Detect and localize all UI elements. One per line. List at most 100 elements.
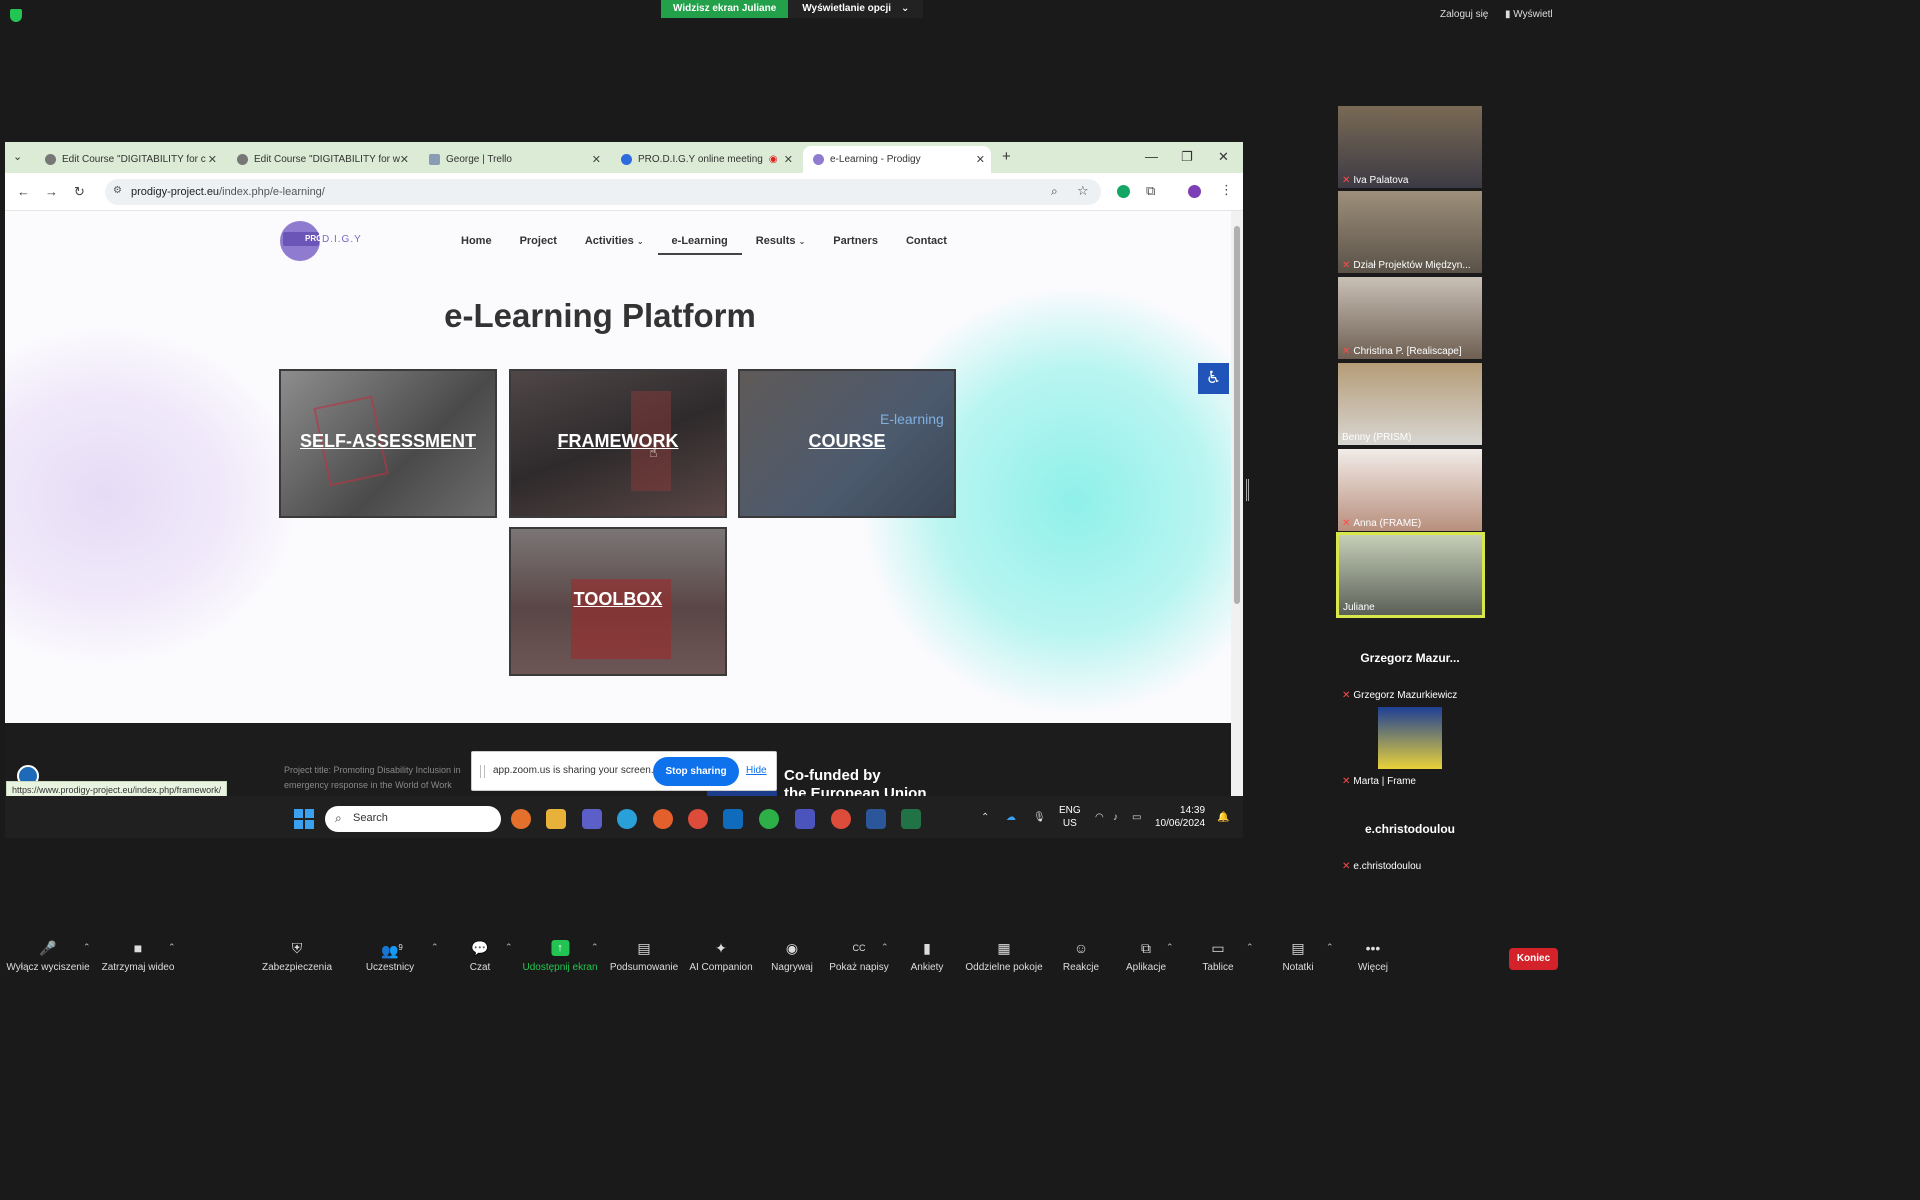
participant-tile-christina[interactable]: ✕ Christina P. [Realiscape] (1338, 277, 1482, 359)
zoom-lens-icon[interactable]: ⌕ (1051, 184, 1058, 199)
battery-icon[interactable]: ▭ (1132, 812, 1141, 823)
participant-tile-christodoulou[interactable]: e.christodoulou ✕ e.christodoulou (1338, 792, 1482, 874)
app-icon-1[interactable] (511, 809, 531, 829)
drag-handle-icon[interactable] (480, 765, 485, 778)
close-icon[interactable]: ✕ (592, 153, 601, 166)
prodigy-logo[interactable]: PRO D.I.G.Y (280, 221, 361, 265)
chevron-up-icon[interactable]: ⌃ (168, 942, 176, 953)
tab-elearning-prodigy[interactable]: e-Learning - Prodigy ✕ (803, 146, 991, 173)
apps-button[interactable]: ⧉ Aplikacje (1126, 940, 1166, 973)
nav-elearning[interactable]: e-Learning (657, 235, 742, 255)
bookmark-star-icon[interactable]: ☆ (1077, 183, 1089, 199)
participant-tile-anna[interactable]: ✕ Anna (FRAME) (1338, 449, 1482, 531)
reload-icon[interactable]: ↻ (74, 184, 85, 200)
view-options-button[interactable]: Wyświetlanie opcji ⌄ (788, 0, 924, 18)
chevron-up-icon[interactable]: ⌃ (1326, 942, 1334, 953)
participant-tile-juliane[interactable]: Juliane (1336, 532, 1485, 618)
more-button[interactable]: ••• Więcej (1358, 940, 1388, 973)
chevron-up-icon[interactable]: ⌃ (83, 942, 91, 953)
card-framework[interactable]: FRAMEWORK ☝ (509, 369, 727, 518)
outlook-icon[interactable] (723, 809, 743, 829)
forward-icon[interactable]: → (45, 184, 58, 199)
app-icon-green[interactable] (759, 809, 779, 829)
site-info-icon[interactable]: ⚙ (113, 185, 122, 196)
participants-button[interactable]: 👥9 Uczestnicy (366, 940, 414, 973)
chevron-up-icon[interactable]: ⌃ (431, 942, 439, 953)
close-window-icon[interactable]: ✕ (1218, 149, 1229, 165)
chevron-up-icon[interactable]: ⌃ (505, 942, 513, 953)
nav-home[interactable]: Home (461, 235, 492, 255)
nav-contact[interactable]: Contact (906, 235, 947, 255)
windows-start-icon[interactable] (294, 809, 314, 829)
file-explorer-icon[interactable] (546, 809, 566, 829)
participant-tile-marta[interactable]: ✕ Marta | Frame (1338, 707, 1482, 789)
record-button[interactable]: ◉ Nagrywaj (771, 940, 813, 973)
chevron-up-icon[interactable]: ⌃ (1246, 942, 1254, 953)
participant-tile-benny[interactable]: Benny (PRISM) (1338, 363, 1482, 445)
tab-trello[interactable]: George | Trello ✕ (419, 146, 607, 173)
share-screen-button[interactable]: ↑ Udostępnij ekran (522, 940, 598, 973)
minimize-icon[interactable]: — (1145, 149, 1158, 164)
accessibility-icon[interactable]: ♿ (1198, 363, 1229, 394)
edge-icon[interactable] (617, 809, 637, 829)
onedrive-icon[interactable]: ☁ (1006, 812, 1016, 823)
restore-icon[interactable]: ❐ (1181, 149, 1193, 165)
tab-list-icon[interactable]: ⌄ (13, 150, 22, 163)
ai-companion-button[interactable]: ✦ AI Companion (689, 940, 752, 973)
wifi-icon[interactable]: ◠ (1095, 812, 1104, 823)
nav-activities[interactable]: Activities ⌄ (585, 235, 644, 255)
polls-button[interactable]: ▮ Ankiety (911, 940, 944, 973)
taskbar-clock[interactable]: 14:39 10/06/2024 (1155, 804, 1205, 830)
whiteboards-button[interactable]: ▭ Tablice (1202, 940, 1233, 973)
unmute-button[interactable]: 🎤 Wyłącz wyciszenie (6, 940, 89, 973)
tab-zoom-meeting[interactable]: PRO.D.I.G.Y online meeting ◉ ✕ (611, 146, 799, 173)
close-icon[interactable]: ✕ (208, 153, 217, 166)
chevron-up-icon[interactable]: ⌃ (591, 942, 599, 953)
nav-partners[interactable]: Partners (833, 235, 878, 255)
security-button[interactable]: ⛨ Zabezpieczenia (262, 940, 332, 973)
captions-button[interactable]: CC Pokaż napisy (829, 940, 888, 973)
speaker-icon[interactable]: ♪ (1113, 812, 1118, 823)
nav-results[interactable]: Results ⌄ (756, 235, 806, 255)
participant-tile-dzial[interactable]: ✕ Dział Projektów Międzyn... (1338, 191, 1482, 273)
close-icon[interactable]: ✕ (784, 153, 793, 166)
back-icon[interactable]: ← (17, 184, 30, 199)
close-icon[interactable]: ✕ (400, 153, 409, 166)
new-tab-icon[interactable]: + (1002, 148, 1011, 165)
login-button[interactable]: Zaloguj się (1440, 9, 1488, 20)
shield-icon[interactable] (10, 9, 22, 22)
notes-button[interactable]: ▤ Notatki (1282, 940, 1313, 973)
menu-kebab-icon[interactable]: ⋮ (1220, 182, 1233, 198)
chrome-active-icon[interactable] (831, 809, 851, 829)
summary-button[interactable]: ▤ Podsumowanie (610, 940, 678, 973)
language-indicator[interactable]: ENG US (1059, 804, 1081, 830)
firefox-icon[interactable] (653, 809, 673, 829)
hide-link[interactable]: Hide (746, 765, 767, 776)
tab-edit-course-1[interactable]: Edit Course "DIGITABILITY for c ✕ (35, 146, 223, 173)
profile-avatar[interactable] (1188, 185, 1201, 198)
teams-icon[interactable] (582, 809, 602, 829)
word-icon[interactable] (866, 809, 886, 829)
teams-work-icon[interactable] (795, 809, 815, 829)
notifications-icon[interactable]: 🔔 (1217, 812, 1229, 823)
view-button[interactable]: ▮ Wyświetl (1505, 9, 1553, 20)
chevron-up-icon[interactable]: ⌃ (1166, 942, 1174, 953)
chat-button[interactable]: 💬 Czat (470, 940, 491, 973)
page-scrollbar[interactable] (1231, 211, 1243, 838)
chrome-icon[interactable] (688, 809, 708, 829)
participant-tile-iva[interactable]: ✕ Iva Palatova (1338, 106, 1482, 188)
nav-project[interactable]: Project (520, 235, 557, 255)
chevron-up-icon[interactable]: ⌃ (881, 942, 889, 953)
stop-video-button[interactable]: ■ Zatrzymaj wideo (102, 940, 175, 973)
end-meeting-button[interactable]: Koniec (1509, 948, 1558, 970)
card-self-assessment[interactable]: SELF-ASSESSMENT (279, 369, 497, 518)
taskbar-search-input[interactable]: ⌕ Search (325, 806, 501, 832)
panel-resize-handle[interactable] (1246, 479, 1249, 501)
stop-sharing-button[interactable]: Stop sharing (653, 757, 739, 786)
microphone-icon[interactable]: 🎙 (1033, 812, 1046, 823)
reactions-button[interactable]: ☺ Reakcje (1063, 940, 1099, 973)
participant-tile-grzegorz[interactable]: Grzegorz Mazur... ✕ Grzegorz Mazurkiewicz (1338, 621, 1482, 703)
tab-edit-course-2[interactable]: Edit Course "DIGITABILITY for w ✕ (227, 146, 415, 173)
scrollbar-thumb[interactable] (1234, 226, 1240, 604)
close-icon[interactable]: ✕ (976, 153, 985, 166)
